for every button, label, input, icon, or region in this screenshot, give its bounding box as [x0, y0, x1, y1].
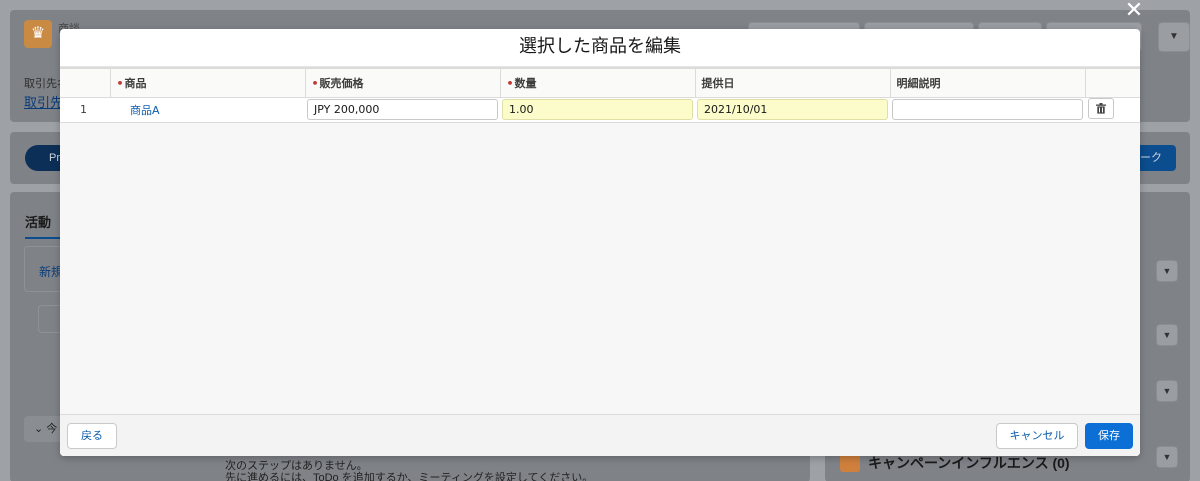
account-link: 取引先 [24, 95, 64, 110]
campaign-influence-title: キャンペーンインフルエンス (0) [868, 455, 1070, 471]
description-input[interactable] [892, 99, 1083, 120]
column-header-actions [1085, 69, 1140, 98]
service-date-input[interactable]: 2021/10/01 [697, 99, 888, 120]
chevron-down-icon: ▼ [1156, 260, 1178, 282]
chevron-down-icon: ▼ [1156, 324, 1178, 346]
back-button[interactable]: 戻る [67, 423, 117, 449]
quantity-input[interactable]: 1.00 [502, 99, 693, 120]
chevron-down-icon: ▼ [1156, 380, 1178, 402]
today-section: ⌄ 今 [24, 416, 64, 442]
description-cell [890, 97, 1085, 123]
chevron-down-icon: ▼ [1158, 22, 1190, 52]
product-link[interactable]: 商品A [110, 97, 305, 123]
required-marker: • [506, 76, 514, 90]
today-label: 今 [46, 423, 58, 435]
table-row: 1 商品A JPY 200,000 1.00 2021/10/01 [60, 97, 1140, 123]
column-header-sales-price[interactable]: •販売価格 [305, 69, 501, 98]
cancel-button[interactable]: キャンセル [996, 423, 1078, 449]
tab-activity: 活動 [25, 212, 65, 239]
close-icon[interactable]: ✕ [1124, 0, 1144, 21]
sales-price-cell: JPY 200,000 [305, 97, 500, 123]
modal-title: 選択した商品を編集 [60, 29, 1140, 67]
crown-icon: ♛ [24, 20, 52, 48]
modal-body: •商品 •販売価格 •数量 提供日 明細説明 1 商品A JPY 200,000… [60, 67, 1140, 414]
quantity-cell: 1.00 [500, 97, 695, 123]
row-number: 1 [60, 97, 110, 123]
column-header-description[interactable]: 明細説明 [890, 69, 1086, 98]
sales-price-input[interactable]: JPY 200,000 [307, 99, 498, 120]
table-header-row: •商品 •販売価格 •数量 提供日 明細説明 [60, 69, 1140, 98]
service-date-cell: 2021/10/01 [695, 97, 890, 123]
required-marker: • [311, 76, 319, 90]
edit-products-modal: 選択した商品を編集 •商品 •販売価格 •数量 提供日 明細説明 1 商品A J… [60, 29, 1140, 456]
actions-cell [1085, 97, 1140, 123]
trash-icon [1096, 102, 1106, 114]
modal-footer: 戻る キャンセル 保存 [60, 414, 1140, 456]
required-marker: • [116, 76, 124, 90]
chevron-down-icon: ▼ [1156, 446, 1178, 468]
column-header-product[interactable]: •商品 [110, 69, 306, 98]
delete-row-button[interactable] [1088, 97, 1114, 119]
column-header-index [60, 69, 111, 98]
no-next-steps-hint: 先に進めるには、ToDo を追加するか、ミーティングを設定してください。 [225, 472, 594, 481]
column-header-service-date[interactable]: 提供日 [695, 69, 891, 98]
save-button[interactable]: 保存 [1085, 423, 1133, 449]
products-table: •商品 •販売価格 •数量 提供日 明細説明 1 商品A JPY 200,000… [60, 69, 1140, 123]
column-header-quantity[interactable]: •数量 [500, 69, 696, 98]
